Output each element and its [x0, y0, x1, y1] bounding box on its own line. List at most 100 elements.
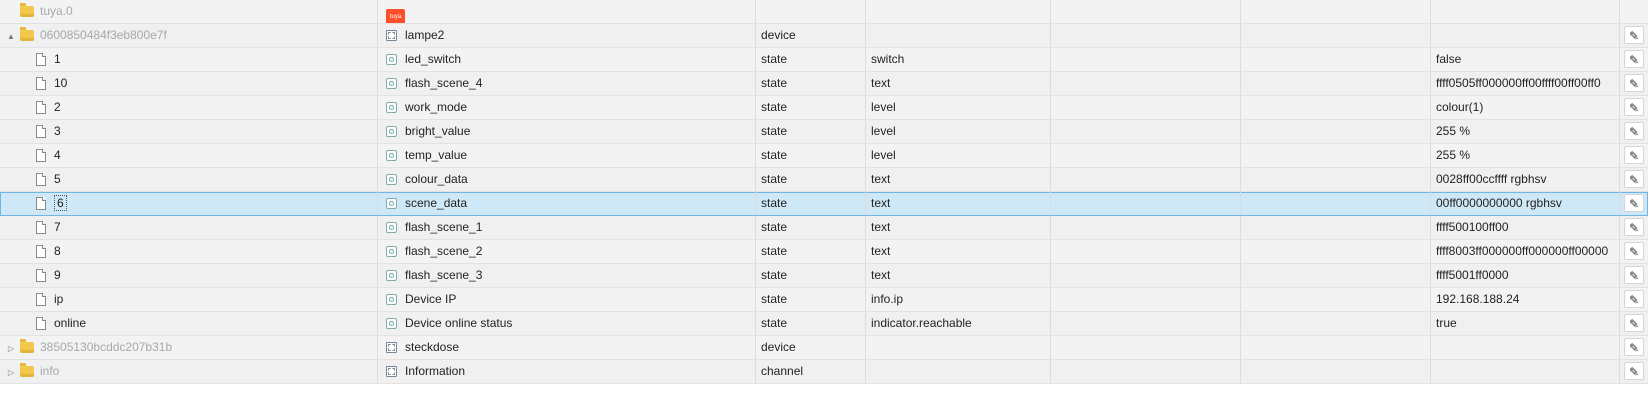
edit-pencil-icon[interactable]: ✎ — [1624, 194, 1644, 212]
object-name: temp_value — [405, 148, 468, 162]
type-cell: state — [756, 312, 866, 335]
edit-pencil-icon[interactable]: ✎ — [1624, 170, 1644, 188]
value-cell — [1431, 360, 1620, 383]
role-cell — [866, 0, 1051, 23]
tree-row[interactable]: ip Device IP state info.ip 192.168.188.24 ✎ — [0, 288, 1648, 312]
action-cell: ✎ — [1620, 312, 1648, 335]
id-cell: 3 — [0, 120, 378, 143]
collapse-toggle-icon[interactable]: ▲ — [6, 25, 16, 47]
name-cell: bright_value — [378, 120, 756, 143]
object-tree: tuya.0 tuya ▲ 0600850484f3eb800e7f lampe2 dev… — [0, 0, 1648, 384]
tree-row[interactable]: 8 flash_scene_2 state text ffff8003ff000000f… — [0, 240, 1648, 264]
id-cell: 10 — [0, 72, 378, 95]
tree-row[interactable]: ▲ 0600850484f3eb800e7f lampe2 device ✎ — [0, 24, 1648, 48]
state-icon — [386, 270, 397, 281]
type-cell: state — [756, 288, 866, 311]
edit-pencil-icon[interactable]: ✎ — [1624, 146, 1644, 164]
edit-pencil-icon[interactable]: ✎ — [1624, 26, 1644, 44]
object-name: flash_scene_4 — [405, 76, 483, 90]
role-cell — [866, 24, 1051, 47]
edit-pencil-icon[interactable]: ✎ — [1624, 290, 1644, 308]
object-name: Device online status — [405, 316, 513, 330]
name-cell: work_mode — [378, 96, 756, 119]
empty-cell — [1051, 336, 1241, 359]
edit-pencil-icon[interactable]: ✎ — [1624, 50, 1644, 68]
tree-row[interactable]: 2 work_mode state level colour(1) ✎ — [0, 96, 1648, 120]
edit-pencil-icon[interactable]: ✎ — [1624, 362, 1644, 380]
empty-cell — [1051, 24, 1241, 47]
edit-pencil-icon[interactable]: ✎ — [1624, 266, 1644, 284]
tree-row[interactable]: ▷ 38505130bcddc207b31b steckdose device ✎ — [0, 336, 1648, 360]
id-cell: 5 — [0, 168, 378, 191]
expand-toggle-icon[interactable]: ▷ — [6, 337, 16, 359]
tree-row[interactable]: 4 temp_value state level 255 % ✎ — [0, 144, 1648, 168]
tree-row[interactable]: 1 led_switch state switch false ✎ — [0, 48, 1648, 72]
edit-pencil-icon[interactable]: ✎ — [1624, 122, 1644, 140]
tree-row[interactable]: online Device online status state indicator… — [0, 312, 1648, 336]
value-cell — [1431, 24, 1620, 47]
value-cell: 192.168.188.24 — [1431, 288, 1620, 311]
state-icon — [386, 78, 397, 89]
object-id: 5 — [54, 172, 61, 186]
tree-row[interactable]: 7 flash_scene_1 state text ffff500100ff00 ✎ — [0, 216, 1648, 240]
action-cell: ✎ — [1620, 288, 1648, 311]
file-icon — [36, 125, 46, 138]
object-id: 38505130bcddc207b31b — [40, 340, 173, 354]
value-cell: ffff8003ff000000ff000000ff00000 — [1431, 240, 1620, 263]
type-cell: state — [756, 264, 866, 287]
name-cell: scene_data — [378, 192, 756, 215]
tree-row[interactable]: tuya.0 tuya — [0, 0, 1648, 24]
tree-row[interactable]: 5 colour_data state text 0028ff00ccffff rgbh… — [0, 168, 1648, 192]
edit-pencil-icon[interactable]: ✎ — [1624, 98, 1644, 116]
empty-cell — [1241, 120, 1431, 143]
type-cell: state — [756, 120, 866, 143]
role-cell: text — [866, 240, 1051, 263]
folder-icon — [20, 363, 34, 377]
name-cell: tuya — [378, 0, 756, 23]
role-cell: text — [866, 216, 1051, 239]
name-cell: flash_scene_4 — [378, 72, 756, 95]
edit-pencil-icon[interactable]: ✎ — [1624, 338, 1644, 356]
id-cell: ip — [0, 288, 378, 311]
empty-cell — [1051, 72, 1241, 95]
value-cell: ffff500100ff00 — [1431, 216, 1620, 239]
empty-cell — [1051, 168, 1241, 191]
tree-row[interactable]: 6 scene_data state text 00ff0000000000 rgbhs… — [0, 192, 1648, 216]
state-icon — [386, 126, 397, 137]
empty-cell — [1241, 96, 1431, 119]
edit-pencil-icon[interactable]: ✎ — [1624, 242, 1644, 260]
tree-row[interactable]: 9 flash_scene_3 state text ffff5001ff0000 ✎ — [0, 264, 1648, 288]
action-cell: ✎ — [1620, 96, 1648, 119]
edit-pencil-icon[interactable]: ✎ — [1624, 218, 1644, 236]
type-cell: state — [756, 96, 866, 119]
empty-cell — [1241, 144, 1431, 167]
value-cell: ffff5001ff0000 — [1431, 264, 1620, 287]
object-name: steckdose — [405, 340, 460, 354]
edit-pencil-icon[interactable]: ✎ — [1624, 314, 1644, 332]
object-id: ip — [54, 292, 64, 306]
empty-cell — [1051, 192, 1241, 215]
object-name: scene_data — [405, 196, 468, 210]
tree-row[interactable]: 10 flash_scene_4 state text ffff0505ff000000… — [0, 72, 1648, 96]
object-id: 4 — [54, 148, 61, 162]
edit-pencil-icon[interactable]: ✎ — [1624, 74, 1644, 92]
empty-cell — [1241, 0, 1431, 23]
value-cell: ffff0505ff000000ff00ffff00ff00ff0 — [1431, 72, 1620, 95]
value-cell: 0028ff00ccffff rgbhsv — [1431, 168, 1620, 191]
tree-row[interactable]: ▷ info Information channel ✎ — [0, 360, 1648, 384]
empty-cell — [1051, 48, 1241, 71]
file-icon — [36, 317, 46, 330]
role-cell: indicator.reachable — [866, 312, 1051, 335]
empty-cell — [1241, 288, 1431, 311]
tree-row[interactable]: 3 bright_value state level 255 % ✎ — [0, 120, 1648, 144]
action-cell: ✎ — [1620, 48, 1648, 71]
expand-toggle-icon[interactable]: ▷ — [6, 361, 16, 383]
type-cell: state — [756, 216, 866, 239]
name-cell: Device online status — [378, 312, 756, 335]
role-cell: text — [866, 192, 1051, 215]
file-icon — [36, 77, 46, 90]
object-id: 9 — [54, 268, 61, 282]
state-icon — [386, 102, 397, 113]
id-cell: ▷ 38505130bcddc207b31b — [0, 336, 378, 359]
type-cell — [756, 0, 866, 23]
